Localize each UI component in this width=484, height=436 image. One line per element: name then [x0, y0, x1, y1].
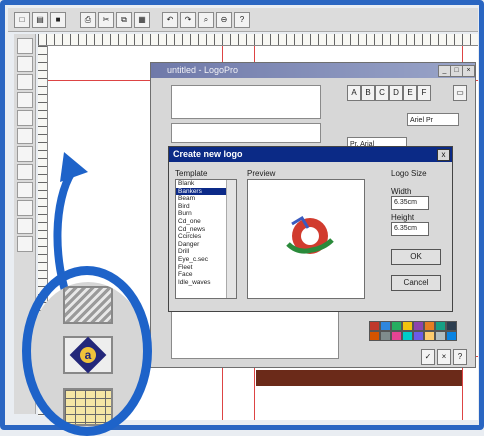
create-logo-dialog: Create new logo x Template Preview Logo … — [168, 146, 453, 312]
text-input-area[interactable] — [171, 307, 339, 359]
text-style-button[interactable]: F — [417, 85, 431, 101]
template-list[interactable]: Blank Bankers Beam Bird Burn Cd_one Cd_news Cci… — [175, 179, 237, 299]
fill-icon[interactable] — [17, 128, 33, 144]
window-close-button[interactable]: × — [462, 65, 475, 77]
template-scrollbar[interactable] — [226, 180, 236, 298]
color-swatch[interactable] — [369, 321, 380, 331]
color-swatch[interactable] — [413, 331, 424, 341]
callout-arrowhead-icon — [60, 152, 88, 182]
preview-label: Preview — [247, 169, 276, 178]
color-swatch[interactable] — [402, 331, 413, 341]
color-swatch[interactable] — [413, 321, 424, 331]
pen-icon[interactable] — [17, 74, 33, 90]
text-style-button[interactable]: B — [361, 85, 375, 101]
zoom-icon[interactable]: ⌕ — [198, 12, 214, 28]
undo-icon[interactable]: ↶ — [162, 12, 178, 28]
line-icon[interactable] — [17, 200, 33, 216]
color-swatch[interactable] — [380, 321, 391, 331]
top-ruler — [38, 34, 478, 46]
help-icon[interactable]: ? — [234, 12, 250, 28]
text-style-button[interactable]: C — [375, 85, 389, 101]
image-icon[interactable] — [17, 146, 33, 162]
logo-preview-graphic — [286, 215, 334, 254]
color-swatch[interactable] — [446, 331, 457, 341]
color-swatch[interactable] — [380, 331, 391, 341]
cancel-button[interactable]: Cancel — [391, 275, 441, 291]
text-style-button[interactable]: D — [389, 85, 403, 101]
copy-icon[interactable]: ⧉ — [116, 12, 132, 28]
color-swatch[interactable] — [402, 321, 413, 331]
template-label: Template — [175, 169, 208, 178]
rectangle-icon[interactable] — [17, 236, 33, 252]
dialog-title: Create new logo — [169, 147, 452, 162]
text-style-button[interactable]: A — [347, 85, 361, 101]
ok-button[interactable]: OK — [391, 249, 441, 265]
logo-center-icon — [301, 227, 319, 245]
help-icon[interactable]: ? — [453, 349, 467, 365]
logo-tool-icon[interactable] — [17, 164, 33, 180]
color-swatch[interactable] — [424, 331, 435, 341]
height-field[interactable]: 6.35cm — [391, 222, 429, 236]
width-field[interactable]: 6.35cm — [391, 196, 429, 210]
ellipse-icon[interactable] — [17, 218, 33, 234]
page-icon[interactable]: ▭ — [453, 85, 467, 101]
brown-shape[interactable] — [256, 370, 462, 386]
color-swatch[interactable] — [446, 321, 457, 331]
pointer-icon[interactable] — [17, 38, 33, 54]
editor-window-title: untitled - LogoPro — [151, 63, 475, 78]
color-swatch[interactable] — [424, 321, 435, 331]
save-icon[interactable]: ■ — [50, 12, 66, 28]
text-icon[interactable] — [17, 92, 33, 108]
shape-icon[interactable] — [17, 110, 33, 126]
width-label: Width — [391, 187, 412, 196]
main-toolbar: □ ▤ ■ ⎙ ✂ ⧉ ▦ ↶ ↷ ⌕ ⊖? — [8, 8, 478, 32]
height-label: Height — [391, 213, 415, 222]
logo-preview — [247, 179, 365, 299]
cut-icon[interactable]: ✂ — [98, 12, 114, 28]
paste-icon[interactable]: ▦ — [134, 12, 150, 28]
text-input-area[interactable] — [171, 85, 321, 119]
text-input-area[interactable] — [171, 123, 321, 143]
font-combo[interactable]: Ariel Pr — [407, 113, 459, 126]
zoom-out-icon[interactable]: ⊖ — [216, 12, 232, 28]
zoom-callout-circle — [22, 266, 152, 436]
print-icon[interactable]: ⎙ — [80, 12, 96, 28]
color-swatch[interactable] — [435, 331, 446, 341]
check-icon[interactable]: ✓ — [421, 349, 435, 365]
color-swatch[interactable] — [391, 331, 402, 341]
grid-icon[interactable] — [17, 182, 33, 198]
open-icon[interactable]: ▤ — [32, 12, 48, 28]
rotate-icon[interactable] — [17, 56, 33, 72]
dialog-close-button[interactable]: x — [437, 149, 450, 161]
logo-size-label: Logo Size — [391, 169, 427, 178]
color-swatch[interactable] — [435, 321, 446, 331]
x-icon[interactable]: × — [437, 349, 451, 365]
redo-icon[interactable]: ↷ — [180, 12, 196, 28]
color-swatch[interactable] — [369, 331, 380, 341]
color-swatch[interactable] — [391, 321, 402, 331]
text-style-button[interactable]: E — [403, 85, 417, 101]
new-icon[interactable]: □ — [14, 12, 30, 28]
